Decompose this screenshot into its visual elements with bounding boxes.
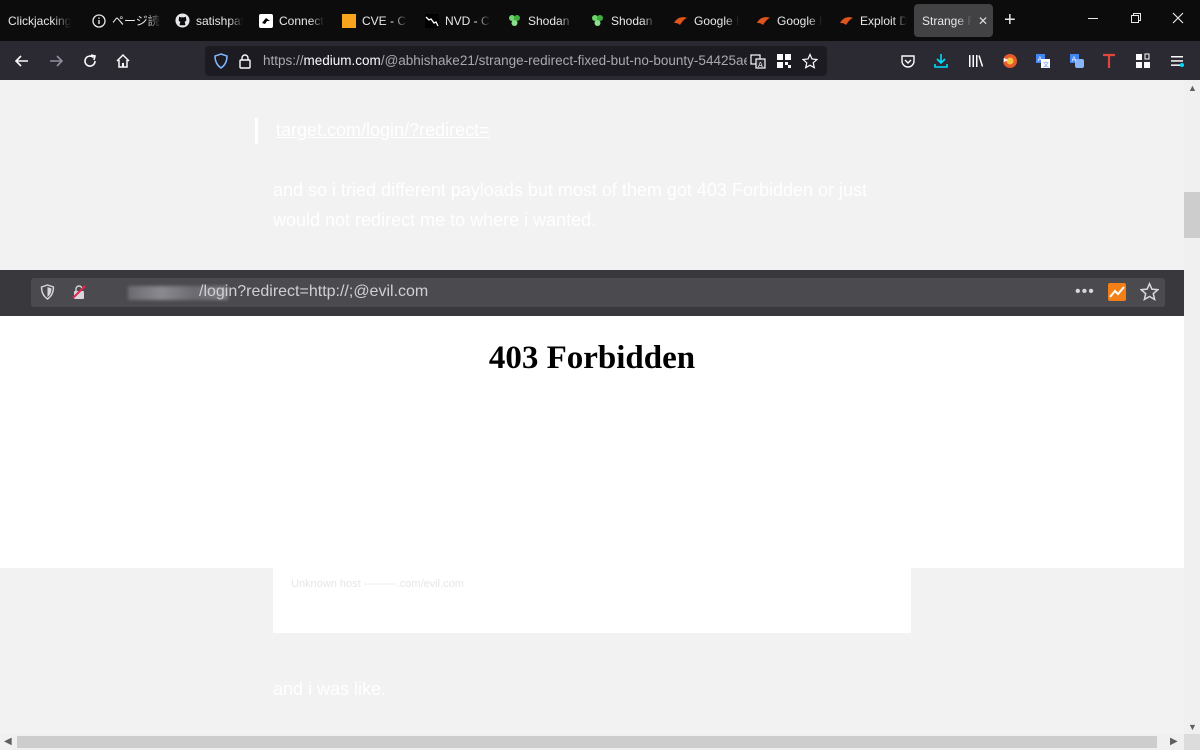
shodan-icon xyxy=(590,13,605,28)
menu-icon[interactable] xyxy=(1167,51,1187,71)
tab-google-hacking-2[interactable]: Google Hacking xyxy=(756,0,822,41)
info-icon xyxy=(91,13,106,28)
page-content: target.com/login/?redirect= and so i tri… xyxy=(0,80,1184,734)
text-extension-icon[interactable] xyxy=(1099,51,1119,71)
tab-label: satishpatnayak xyxy=(196,13,243,28)
reload-icon[interactable] xyxy=(78,49,102,73)
tab-label: Shodan Search xyxy=(611,13,656,28)
tab-strip: Clickjacking ページ読み込み satishpatnayak Conn… xyxy=(0,0,1200,41)
svg-text:A: A xyxy=(1072,56,1077,64)
tracking-protection-shield-icon[interactable] xyxy=(212,52,230,70)
article-paragraph: and so i tried different payloads but mo… xyxy=(273,180,868,230)
shield-icon xyxy=(40,284,55,305)
downloads-icon[interactable] xyxy=(931,51,951,71)
tab-label: Google Hacking xyxy=(777,13,822,28)
cve-icon xyxy=(341,13,356,28)
exploitdb-icon xyxy=(756,13,771,28)
navigation-toolbar: https://medium.com/@abhishake21/strange-… xyxy=(0,41,1200,80)
exploitdb-icon xyxy=(673,13,688,28)
star-icon xyxy=(1139,281,1160,306)
scroll-left-icon[interactable]: ◀ xyxy=(4,736,12,747)
tab-strange-redirect[interactable]: Strange Redirect ✕ xyxy=(914,4,993,37)
url-bar[interactable]: https://medium.com/@abhishake21/strange-… xyxy=(205,46,827,76)
extensions-icon[interactable] xyxy=(1133,51,1153,71)
lock-icon[interactable] xyxy=(236,52,254,70)
tab-label: Exploit Database xyxy=(860,13,907,28)
tab-shodan-2[interactable]: Shodan Search xyxy=(590,0,656,41)
url-scheme: https:// xyxy=(263,53,304,68)
horizontal-scrollbar[interactable]: ◀ ▶ xyxy=(0,734,1184,750)
tab-exploit-database[interactable]: Exploit Database xyxy=(839,0,907,41)
translate-extension-icon[interactable]: A文 xyxy=(1033,51,1053,71)
minimize-icon[interactable] xyxy=(1087,10,1099,30)
shodan-icon xyxy=(507,13,522,28)
tab-shodan-1[interactable]: Shodan Search xyxy=(507,0,573,41)
back-icon[interactable] xyxy=(10,49,34,73)
scrollbar-corner xyxy=(1184,734,1200,750)
bookmark-star-icon[interactable] xyxy=(801,52,819,70)
tab-label: NVD - CVE xyxy=(445,13,490,28)
nvd-icon xyxy=(424,13,439,28)
url-host: medium.com xyxy=(303,53,381,68)
home-icon[interactable] xyxy=(111,49,135,73)
tab-label: Connect xyxy=(279,13,324,28)
translate-icon[interactable]: A xyxy=(749,52,767,70)
close-tab-icon[interactable]: ✕ xyxy=(978,14,988,28)
tab-page-load[interactable]: ページ読み込み xyxy=(91,0,161,41)
tab-google-hacking-1[interactable]: Google Hacking xyxy=(673,0,739,41)
tab-nvd[interactable]: NVD - CVE xyxy=(424,0,490,41)
embedded-url-text: /login?redirect=http://;@evil.com xyxy=(199,283,429,300)
chart-extension-icon xyxy=(1108,283,1126,306)
svg-text:文: 文 xyxy=(1043,61,1049,69)
qr-code-icon[interactable] xyxy=(775,52,793,70)
tab-label: ページ読み込み xyxy=(112,14,161,28)
url-path: /@abhishake21/strange-redirect-fixed-but… xyxy=(380,53,747,68)
embedded-screenshot-page: 403 Forbidden xyxy=(0,316,1184,568)
scroll-right-icon[interactable]: ▶ xyxy=(1170,736,1178,747)
url-text: https://medium.com/@abhishake21/strange-… xyxy=(263,53,747,68)
vertical-scrollbar[interactable]: ▲ ▼ xyxy=(1184,80,1200,734)
library-icon[interactable] xyxy=(966,51,986,71)
tab-connect[interactable]: Connect xyxy=(258,0,324,41)
more-actions-icon: ••• xyxy=(1075,283,1095,300)
blockquote-bar xyxy=(255,118,258,144)
new-tab-button[interactable]: + xyxy=(1004,9,1016,31)
scroll-up-icon[interactable]: ▲ xyxy=(1188,83,1197,93)
svg-text:A: A xyxy=(758,61,763,69)
svg-text:A: A xyxy=(1038,56,1043,64)
tab-label: Google Hacking xyxy=(694,13,739,28)
github-icon xyxy=(175,13,190,28)
restore-icon[interactable] xyxy=(1130,10,1142,30)
close-window-icon[interactable] xyxy=(1172,10,1184,30)
connect-icon xyxy=(258,13,273,28)
forward-icon[interactable] xyxy=(44,49,68,73)
pocket-icon[interactable] xyxy=(898,51,918,71)
vertical-scroll-thumb[interactable] xyxy=(1184,192,1200,238)
scroll-down-icon[interactable]: ▼ xyxy=(1188,722,1197,732)
image-caption: Unknown host ---------.com/evil.com xyxy=(291,578,464,590)
forbidden-heading: 403 Forbidden xyxy=(488,340,696,376)
tab-label: Shodan Search xyxy=(528,13,573,28)
article-paragraph: and i was like. xyxy=(273,679,387,699)
embedded-screenshot-toolbar: /login?redirect=http://;@evil.com ••• xyxy=(0,270,1184,316)
horizontal-scroll-thumb[interactable] xyxy=(17,736,1157,748)
quote-link[interactable]: target.com/login/?redirect= xyxy=(276,120,490,141)
translate-extension-2-icon[interactable]: A xyxy=(1067,51,1087,71)
tab-clickjacking[interactable]: Clickjacking xyxy=(8,0,80,41)
tab-github[interactable]: satishpatnayak xyxy=(175,0,243,41)
tab-label: Strange Redirect xyxy=(922,13,972,28)
tab-label: Clickjacking xyxy=(8,13,72,28)
tab-cve[interactable]: CVE - CVE xyxy=(341,0,407,41)
broken-lock-icon xyxy=(71,284,87,305)
tab-label: CVE - CVE xyxy=(362,13,407,28)
embedded-url-bar: /login?redirect=http://;@evil.com ••• xyxy=(31,278,1165,307)
exploitdb-icon xyxy=(839,13,854,28)
extension-fox-icon[interactable] xyxy=(1000,51,1020,71)
image-caption-card: Unknown host ---------.com/evil.com xyxy=(273,568,911,633)
